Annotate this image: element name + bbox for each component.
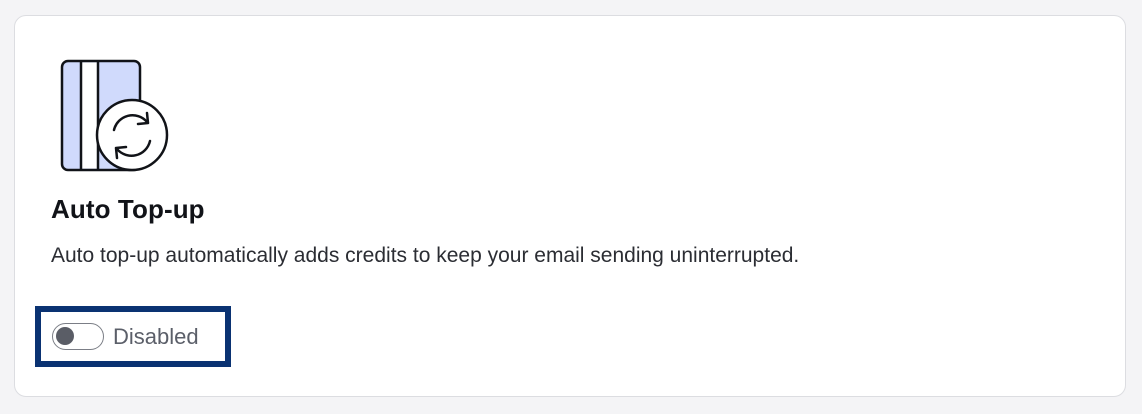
auto-topup-toggle-highlight: Disabled [35, 306, 231, 367]
card-description: Auto top-up automatically adds credits t… [51, 244, 800, 267]
auto-topup-switch[interactable] [52, 323, 104, 350]
credit-card-refresh-icon [60, 59, 169, 172]
card-title: Auto Top-up [51, 194, 205, 224]
toggle-status-label: Disabled [113, 323, 199, 349]
auto-topup-card: Auto Top-up Auto top-up automatically ad… [14, 15, 1126, 397]
switch-knob [56, 327, 74, 345]
